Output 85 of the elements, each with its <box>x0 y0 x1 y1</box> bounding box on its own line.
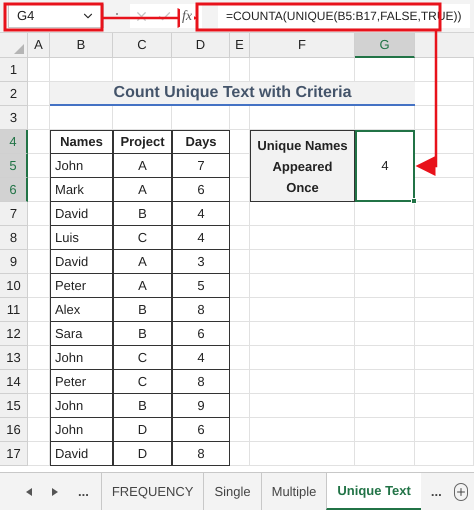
table-cell: 4 <box>172 201 230 226</box>
table-cell: 6 <box>172 321 230 346</box>
fill-handle[interactable] <box>411 198 417 204</box>
table-cell: John <box>50 345 113 370</box>
table-cell: A <box>113 177 172 202</box>
add-sheet-button[interactable] <box>454 482 468 500</box>
scroll-right-icon[interactable] <box>52 488 58 496</box>
table-cell: A <box>113 273 172 298</box>
empty-cell[interactable] <box>415 178 474 202</box>
sheet-tab[interactable]: Single <box>203 473 261 510</box>
table-cell: Sara <box>50 321 113 346</box>
row-header[interactable]: 8 <box>0 226 28 250</box>
select-all-corner[interactable] <box>0 33 28 58</box>
table-cell: B <box>113 321 172 346</box>
table-cell: B <box>113 393 172 418</box>
result-label: Unique Names Appeared Once <box>250 130 355 202</box>
row-header[interactable]: 9 <box>0 250 28 274</box>
row-header[interactable]: 17 <box>0 442 28 466</box>
table-cell: John <box>50 153 113 178</box>
scroll-left-icon[interactable] <box>26 488 32 496</box>
table-cell: 8 <box>172 297 230 322</box>
table-cell: C <box>113 369 172 394</box>
row-header[interactable]: 2 <box>0 82 28 106</box>
row-header[interactable]: 11 <box>0 298 28 322</box>
column-header[interactable]: B <box>50 33 113 58</box>
plus-icon <box>454 486 467 498</box>
column-header[interactable]: C <box>113 33 172 58</box>
table-cell: David <box>50 201 113 226</box>
result-value: 4 <box>381 157 389 176</box>
row-header[interactable]: 14 <box>0 370 28 394</box>
result-value-cell[interactable]: 4 <box>355 130 415 202</box>
table-cell: 9 <box>172 393 230 418</box>
row-header[interactable]: 10 <box>0 274 28 298</box>
row-header[interactable]: 1 <box>0 58 28 82</box>
table-cell: John <box>50 417 113 442</box>
table-cell: Alex <box>50 297 113 322</box>
column-header[interactable]: F <box>250 33 355 58</box>
table-cell: D <box>113 417 172 442</box>
table-cell: Mark <box>50 177 113 202</box>
table-cell: Peter <box>50 369 113 394</box>
row-header[interactable]: 5 <box>0 154 28 178</box>
table-cell: David <box>50 441 113 466</box>
table-cell: B <box>113 297 172 322</box>
table-cell: 4 <box>172 345 230 370</box>
table-cell: B <box>113 201 172 226</box>
sheet-tab[interactable]: FREQUENCY <box>100 473 204 510</box>
more-sheets-button[interactable]: ... <box>78 482 89 502</box>
table-cell: 7 <box>172 153 230 178</box>
table-cell: Luis <box>50 225 113 250</box>
table-cell: C <box>113 225 172 250</box>
table-header-cell: Project <box>113 130 172 154</box>
row-header[interactable]: 3 <box>0 106 28 130</box>
column-header[interactable]: G <box>355 33 415 58</box>
row-header[interactable]: 4 <box>0 130 28 154</box>
table-cell: Peter <box>50 273 113 298</box>
column-header[interactable]: E <box>230 33 250 58</box>
table-header-cell: Days <box>172 130 230 154</box>
table-cell: 6 <box>172 177 230 202</box>
more-sheets-button[interactable]: ... <box>430 482 442 502</box>
row-header[interactable]: 13 <box>0 346 28 370</box>
row-header[interactable]: 6 <box>0 178 28 202</box>
table-cell: C <box>113 345 172 370</box>
table-cell: John <box>50 393 113 418</box>
table-cell: David <box>50 249 113 274</box>
table-cell: 8 <box>172 369 230 394</box>
table-cell: 3 <box>172 249 230 274</box>
corner-triangle-icon <box>14 44 24 54</box>
table-cell: 8 <box>172 441 230 466</box>
table-cell: A <box>113 153 172 178</box>
table-cell: 5 <box>172 273 230 298</box>
cell-reference: G4 <box>17 7 34 26</box>
table-cell: D <box>113 441 172 466</box>
column-header[interactable]: A <box>28 33 50 58</box>
table-header-cell: Names <box>50 130 113 154</box>
row-header[interactable]: 12 <box>0 322 28 346</box>
column-header[interactable]: D <box>172 33 230 58</box>
sheet-tab[interactable]: Unique Text <box>326 473 421 510</box>
sheet-title: Count Unique Text with Criteria <box>50 82 415 106</box>
row-header[interactable]: 16 <box>0 418 28 442</box>
empty-cell[interactable] <box>415 130 474 154</box>
table-cell: 6 <box>172 417 230 442</box>
row-header[interactable]: 7 <box>0 202 28 226</box>
table-cell: A <box>113 249 172 274</box>
table-cell: 4 <box>172 225 230 250</box>
row-header[interactable]: 15 <box>0 394 28 418</box>
